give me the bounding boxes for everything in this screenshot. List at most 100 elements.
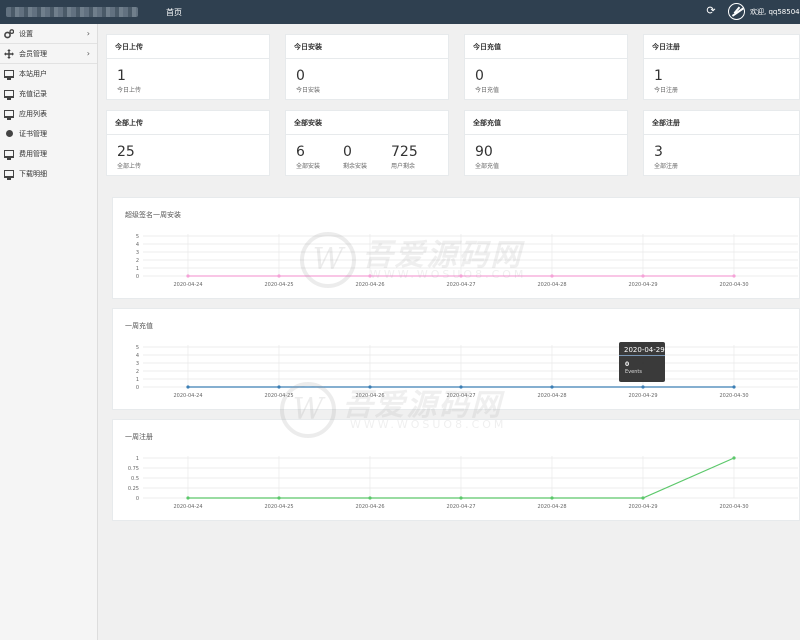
stat: 3 全部注册	[654, 144, 678, 170]
card-today-upload: 今日上传 1 今日上传	[106, 34, 270, 100]
data-point	[459, 385, 463, 389]
card-title: 全部充值	[465, 111, 627, 135]
card-total-register: 全部注册 3 全部注册	[643, 110, 800, 176]
x-tick-label: 2020-04-29	[628, 282, 657, 288]
stat-label: 剩余安装	[343, 163, 368, 170]
monitor-icon	[4, 109, 14, 120]
x-tick-label: 2020-04-25	[264, 282, 293, 288]
x-tick-label: 2020-04-27	[446, 393, 475, 399]
data-point	[186, 496, 190, 500]
tooltip-label: Events	[625, 369, 642, 375]
data-point	[641, 496, 645, 500]
sidebar-item-settings[interactable]: 设置 ›	[0, 24, 97, 44]
x-tick-label: 2020-04-25	[264, 393, 293, 399]
monitor-icon	[4, 69, 14, 80]
tooltip-value: 0	[625, 361, 630, 368]
card-title: 全部注册	[644, 111, 799, 135]
card-title: 今日注册	[644, 35, 799, 59]
y-tick-label: 1	[136, 266, 139, 272]
x-tick-label: 2020-04-28	[537, 393, 566, 399]
stat-value: 725	[391, 144, 418, 160]
data-point	[186, 385, 190, 389]
chart-tooltip: 2020-04-29 0 Events	[619, 342, 665, 382]
card-today-install: 今日安装 0 今日安装	[285, 34, 449, 100]
x-tick-label: 2020-04-27	[446, 504, 475, 510]
sidebar-item-certificates[interactable]: 证书管理	[0, 124, 97, 144]
site-brand-blurred	[6, 7, 138, 17]
x-tick-label: 2020-04-24	[173, 393, 202, 399]
data-point	[732, 456, 736, 460]
stat-label: 今日注册	[654, 87, 679, 94]
stat-label: 今日充值	[475, 87, 500, 94]
x-tick-label: 2020-04-30	[719, 282, 748, 288]
sidebar-item-members[interactable]: 会员管理 ›	[0, 44, 97, 64]
sidebar-item-site-users[interactable]: 本站用户	[0, 64, 97, 84]
x-tick-label: 2020-04-26	[355, 393, 384, 399]
x-tick-label: 2020-04-30	[719, 504, 748, 510]
gears-icon	[4, 28, 14, 39]
x-tick-label: 2020-04-25	[264, 504, 293, 510]
card-title: 全部安装	[286, 111, 448, 135]
x-tick-label: 2020-04-30	[719, 393, 748, 399]
stat-value: 1	[654, 68, 663, 84]
chart-recharge-week: 0 1 2 3 4 5 2020-04-24 2020-04-25 2020-04-26 2020…	[136, 345, 798, 399]
data-point	[277, 385, 281, 389]
y-tick-label: 1	[136, 377, 139, 383]
sidebar-item-label: 证书管理	[19, 129, 47, 138]
y-tick-label: 0	[136, 274, 139, 280]
x-tick-label: 2020-04-29	[628, 393, 657, 399]
sidebar-item-label: 充值记录	[19, 89, 47, 98]
y-tick-label: 2	[136, 369, 139, 375]
stat-value: 6	[296, 144, 305, 160]
sidebar-item-downloads[interactable]: 下载明细	[0, 164, 97, 184]
stat-value: 25	[117, 144, 135, 160]
y-tick-label: 5	[136, 234, 139, 240]
sidebar-item-label: 会员管理	[19, 49, 47, 58]
card-title: 今日安装	[286, 35, 448, 59]
x-tick-label: 2020-04-24	[173, 282, 202, 288]
data-point	[550, 496, 554, 500]
avatar	[728, 3, 745, 20]
stat-label: 全部充值	[475, 163, 500, 170]
data-point	[641, 274, 645, 278]
x-tick-label: 2020-04-28	[537, 504, 566, 510]
x-tick-label: 2020-04-24	[173, 504, 202, 510]
stat: 0 今日充值	[475, 68, 499, 94]
data-point	[277, 274, 281, 278]
stat-value: 3	[654, 144, 663, 160]
card-total-install: 全部安装 6 全部安装 0 剩余安装 725 用户剩余	[285, 110, 449, 176]
stat: 0 今日安装	[296, 68, 320, 94]
y-tick-label: 3	[136, 250, 139, 256]
data-point	[641, 385, 645, 389]
card-total-upload: 全部上传 25 全部上传	[106, 110, 270, 176]
y-tick-label: 5	[136, 345, 139, 351]
nav-home-link[interactable]: 首页	[166, 7, 182, 18]
chevron-right-icon: ›	[86, 49, 90, 58]
y-tick-label: 4	[136, 353, 139, 359]
user-welcome-text: 欢迎, qq5850457 ▾	[750, 7, 800, 16]
x-tick-label: 2020-04-26	[355, 504, 384, 510]
data-point	[459, 496, 463, 500]
x-tick-label: 2020-04-29	[628, 504, 657, 510]
y-tick-label: 0	[136, 496, 139, 502]
chevron-right-icon: ›	[86, 29, 90, 38]
card-title: 今日上传	[107, 35, 269, 59]
sidebar-item-fees[interactable]: 费用管理	[0, 144, 97, 164]
stat-label: 今日安装	[296, 87, 321, 94]
stat-label: 全部上传	[117, 163, 142, 170]
chart-card-recharge: 一周充值 0 1 2 3 4 5 2020-04-24 2020-04-25 2020-04-2…	[112, 308, 800, 410]
sidebar-item-app-list[interactable]: 应用列表	[0, 104, 97, 124]
y-tick-label: 0.75	[128, 466, 139, 472]
stat-value: 0	[475, 68, 484, 84]
user-menu[interactable]: 欢迎, qq5850457 ▾	[728, 3, 800, 20]
stat: 90 全部充值	[475, 144, 499, 170]
data-point	[550, 385, 554, 389]
stat: 1 今日上传	[117, 68, 141, 94]
sidebar-item-recharge-records[interactable]: 充值记录	[0, 84, 97, 104]
y-tick-label: 0.5	[131, 476, 139, 482]
data-point	[732, 274, 736, 278]
chart-card-register: 一周注册 0 0.25 0.5 0.75 1 2020-04-24 2020-04-25 20…	[112, 419, 800, 521]
top-navbar: 首页 ⟳ 欢迎, qq5850457 ▾	[0, 0, 800, 24]
data-point	[459, 274, 463, 278]
refresh-icon[interactable]: ⟳	[704, 4, 718, 18]
